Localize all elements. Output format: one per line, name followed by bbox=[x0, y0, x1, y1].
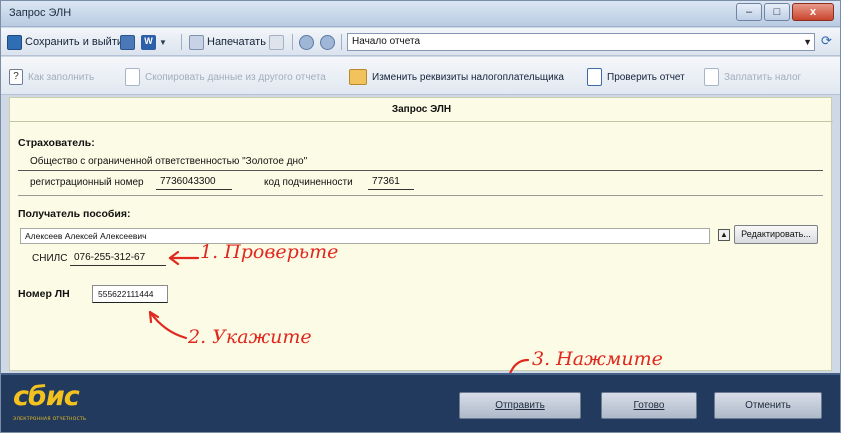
word-icon: W bbox=[141, 34, 156, 50]
check-report-button[interactable]: Проверить отчет bbox=[587, 68, 685, 86]
print-button[interactable]: Напечатать bbox=[189, 33, 266, 51]
sbis-logo: сбис bbox=[13, 381, 80, 412]
word-export-button[interactable]: W ▼ bbox=[141, 33, 167, 51]
help-icon: ? bbox=[9, 69, 23, 85]
cancel-button[interactable]: Отменить bbox=[714, 392, 822, 419]
edit-requisites-icon bbox=[349, 69, 367, 85]
report-form: Запрос ЭЛН Страхователь: Общество с огра… bbox=[9, 97, 833, 390]
copy-document-icon bbox=[125, 68, 140, 86]
footer-bar: сбис ЭЛЕКТРОННАЯ ОТЧЕТНОСТЬ Отправить Го… bbox=[1, 373, 840, 432]
logo-subtitle: ЭЛЕКТРОННАЯ ОТЧЕТНОСТЬ bbox=[13, 417, 87, 422]
copy-from-other-label: Скопировать данные из другого отчета bbox=[145, 71, 326, 83]
save-exit-icon bbox=[7, 34, 22, 50]
toolbar-separator bbox=[181, 34, 182, 50]
pay-tax-label: Заплатить налог bbox=[724, 71, 802, 83]
printer-icon bbox=[189, 34, 204, 50]
how-to-fill-label: Как заполнить bbox=[28, 71, 95, 83]
chevron-down-icon: ▼ bbox=[159, 37, 167, 47]
find-next-button[interactable] bbox=[320, 33, 335, 51]
search-next-icon bbox=[320, 34, 335, 50]
send-button[interactable]: Отправить bbox=[459, 392, 581, 419]
section-select[interactable]: Начало отчета ▼ bbox=[347, 33, 815, 51]
close-button[interactable]: x bbox=[792, 3, 834, 21]
minimize-button[interactable]: – bbox=[736, 3, 762, 21]
window-controls: – □ x bbox=[736, 3, 834, 21]
report-window: Запрос ЭЛН – □ x Сохранить и выйти W ▼ Н… bbox=[0, 0, 841, 433]
change-requisites-button[interactable]: Изменить реквизиты налогоплательщика bbox=[349, 68, 564, 86]
payment-icon bbox=[704, 68, 719, 86]
chevron-down-icon: ▼ bbox=[803, 37, 812, 47]
window-title: Запрос ЭЛН bbox=[9, 7, 72, 19]
save-exit-button[interactable]: Сохранить и выйти bbox=[7, 33, 123, 51]
action-toolbar: ? Как заполнить Скопировать данные из др… bbox=[1, 57, 840, 95]
check-document-icon bbox=[587, 68, 602, 86]
refresh-icon[interactable]: ⟳ bbox=[821, 34, 835, 48]
done-button[interactable]: Готово bbox=[601, 392, 697, 419]
preview-button[interactable] bbox=[269, 33, 284, 51]
copy-from-other-button[interactable]: Скопировать данные из другого отчета bbox=[125, 68, 326, 86]
maximize-button[interactable]: □ bbox=[764, 3, 790, 21]
preview-icon bbox=[269, 34, 284, 50]
main-toolbar: Сохранить и выйти W ▼ Напечатать Начало … bbox=[1, 28, 840, 56]
floppy-disk-icon bbox=[120, 34, 135, 50]
change-requisites-label: Изменить реквизиты налогоплательщика bbox=[372, 71, 564, 83]
section-select-value: Начало отчета bbox=[352, 36, 421, 47]
save-exit-label: Сохранить и выйти bbox=[25, 36, 123, 48]
how-to-fill-button[interactable]: ? Как заполнить bbox=[9, 68, 94, 86]
save-button[interactable] bbox=[120, 33, 135, 51]
search-icon bbox=[299, 34, 314, 50]
print-label: Напечатать bbox=[207, 36, 266, 48]
pay-tax-button[interactable]: Заплатить налог bbox=[704, 68, 801, 86]
toolbar-separator bbox=[341, 34, 342, 50]
toolbar-separator bbox=[292, 34, 293, 50]
find-button[interactable] bbox=[299, 33, 314, 51]
check-report-label: Проверить отчет bbox=[607, 71, 685, 83]
annotation-arrows bbox=[148, 250, 530, 390]
title-bar: Запрос ЭЛН – □ x bbox=[1, 1, 840, 27]
